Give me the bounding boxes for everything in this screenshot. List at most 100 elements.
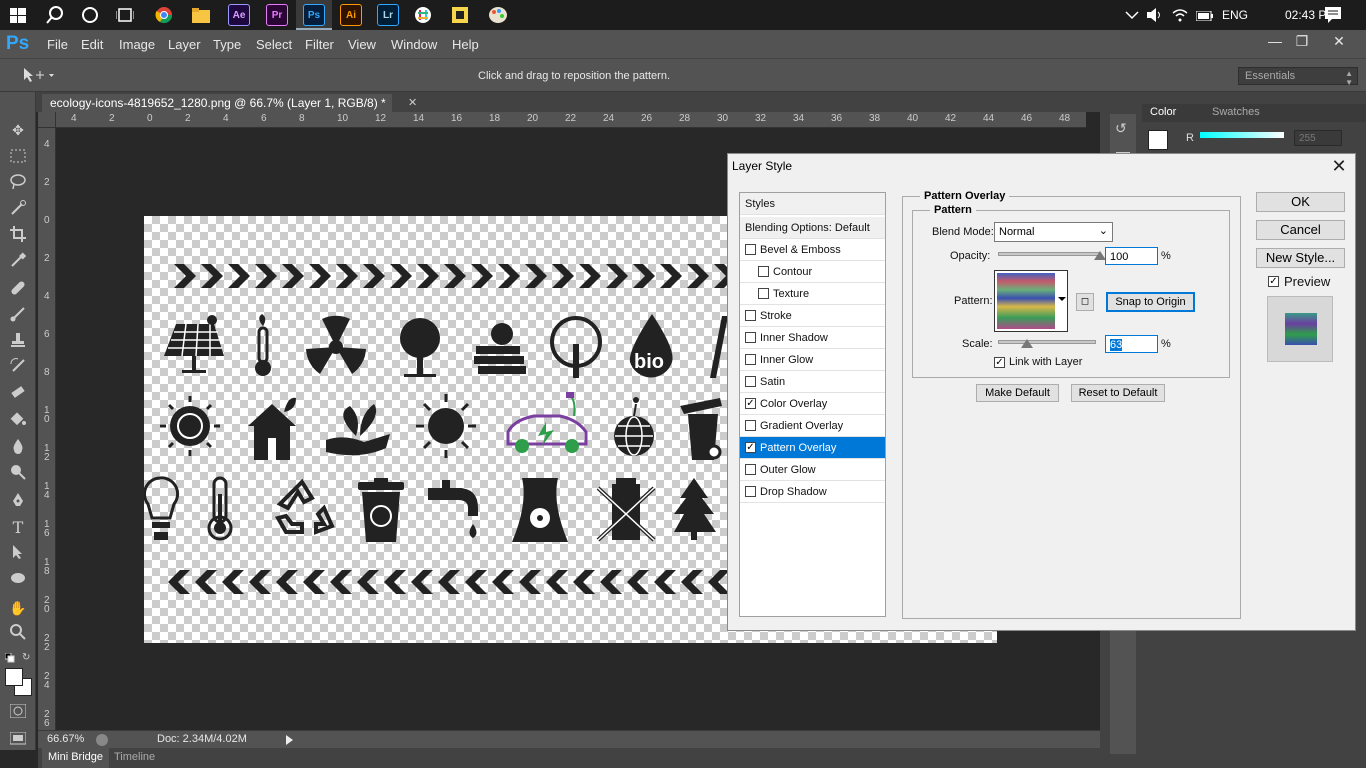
opacity-slider[interactable] bbox=[998, 252, 1100, 256]
style-checkbox[interactable] bbox=[758, 288, 769, 299]
brush-tool-icon[interactable] bbox=[8, 306, 28, 326]
swap-colors-icon[interactable]: ↻ bbox=[22, 652, 30, 663]
style-checkbox[interactable] bbox=[745, 310, 756, 321]
blend-mode-select[interactable]: Normal ⌄ bbox=[994, 222, 1113, 242]
status-menu-arrow-icon[interactable] bbox=[286, 735, 293, 745]
style-checkbox[interactable]: ✓ bbox=[745, 398, 756, 409]
menu-type[interactable]: Type bbox=[213, 37, 241, 52]
style-checkbox[interactable] bbox=[745, 244, 756, 255]
tab-mini-bridge[interactable]: Mini Bridge bbox=[42, 748, 110, 768]
red-slider[interactable] bbox=[1200, 132, 1284, 138]
blending-options-item[interactable]: Blending Options: Default bbox=[740, 217, 885, 239]
paint-icon[interactable] bbox=[488, 6, 508, 27]
style-checkbox[interactable]: ✓ bbox=[745, 442, 756, 453]
screen-mode-icon[interactable] bbox=[9, 731, 27, 749]
paint-bucket-tool-icon[interactable] bbox=[8, 410, 28, 430]
marquee-tool-icon[interactable] bbox=[8, 148, 28, 168]
windows-start-icon[interactable] bbox=[10, 8, 26, 23]
chevron-up-icon[interactable] bbox=[1125, 9, 1139, 23]
snap-to-origin-button[interactable]: Snap to Origin bbox=[1106, 292, 1195, 312]
preview-checkbox[interactable]: ✓ bbox=[1268, 276, 1279, 287]
menu-help[interactable]: Help bbox=[452, 37, 479, 52]
tab-swatches[interactable]: Swatches bbox=[1212, 106, 1260, 118]
photoshop-icon[interactable]: Ps bbox=[303, 4, 325, 26]
zoom-level[interactable]: 66.67% bbox=[47, 733, 84, 745]
ok-button[interactable]: OK bbox=[1256, 192, 1345, 212]
quick-select-tool-icon[interactable] bbox=[8, 200, 28, 220]
task-view-icon[interactable] bbox=[115, 6, 135, 27]
ellipse-tool-icon[interactable] bbox=[8, 570, 28, 590]
volume-icon[interactable] bbox=[1147, 8, 1163, 25]
eyedropper-tool-icon[interactable] bbox=[8, 252, 28, 272]
styles-header[interactable]: Styles bbox=[740, 193, 885, 215]
ruler-origin[interactable] bbox=[38, 112, 56, 128]
menu-edit[interactable]: Edit bbox=[81, 37, 103, 52]
style-item-drop-shadow[interactable]: Drop Shadow bbox=[740, 481, 885, 503]
style-item-contour[interactable]: Contour bbox=[740, 261, 885, 283]
zoom-tool-icon[interactable] bbox=[8, 624, 28, 644]
scale-slider-thumb[interactable] bbox=[1021, 339, 1034, 348]
foreground-color-swatch[interactable] bbox=[5, 668, 23, 686]
restore-button[interactable]: ❐ bbox=[1289, 32, 1315, 50]
style-item-inner-shadow[interactable]: Inner Shadow bbox=[740, 327, 885, 349]
horizontal-ruler[interactable]: 4 2 0 2 4 6 8 10 12 14 16 18 20 22 24 26 28 30 32 34 36 38 40 4… bbox=[56, 112, 1086, 128]
menu-select[interactable]: Select bbox=[256, 37, 292, 52]
pen-tool-icon[interactable] bbox=[8, 492, 28, 512]
reset-to-default-button[interactable]: Reset to Default bbox=[1071, 384, 1165, 402]
style-checkbox[interactable] bbox=[745, 464, 756, 475]
menu-file[interactable]: File bbox=[47, 37, 68, 52]
blur-tool-icon[interactable] bbox=[8, 438, 28, 458]
pattern-dropdown-icon[interactable] bbox=[1058, 297, 1066, 301]
after-effects-icon[interactable]: Ae bbox=[228, 4, 250, 26]
menu-view[interactable]: View bbox=[348, 37, 376, 52]
path-select-tool-icon[interactable] bbox=[8, 544, 28, 564]
style-item-texture[interactable]: Texture bbox=[740, 283, 885, 305]
minimize-button[interactable]: — bbox=[1262, 32, 1288, 50]
cancel-button[interactable]: Cancel bbox=[1256, 220, 1345, 240]
style-checkbox[interactable] bbox=[745, 354, 756, 365]
tab-timeline[interactable]: Timeline bbox=[114, 751, 155, 763]
tab-color[interactable]: Color bbox=[1150, 106, 1176, 118]
crop-tool-icon[interactable] bbox=[8, 226, 28, 246]
quick-mask-icon[interactable] bbox=[9, 703, 27, 721]
scale-input[interactable]: 63 bbox=[1105, 335, 1158, 353]
move-tool-preset-icon[interactable] bbox=[22, 67, 56, 86]
chrome-icon[interactable] bbox=[155, 6, 173, 27]
battery-icon[interactable] bbox=[1195, 10, 1214, 24]
move-tool-icon[interactable]: ✥ bbox=[8, 120, 28, 140]
style-checkbox[interactable] bbox=[758, 266, 769, 277]
style-item-inner-glow[interactable]: Inner Glow bbox=[740, 349, 885, 371]
sticky-notes-icon[interactable] bbox=[452, 7, 468, 26]
opacity-input[interactable]: 100 bbox=[1105, 247, 1158, 265]
foreground-swatch-panel[interactable] bbox=[1148, 130, 1168, 150]
document-tab[interactable]: ecology-icons-4819652_1280.png @ 66.7% (… bbox=[42, 94, 392, 114]
dialog-close-icon[interactable]: ✕ bbox=[1329, 156, 1349, 177]
wifi-icon[interactable] bbox=[1172, 8, 1188, 25]
style-checkbox[interactable] bbox=[745, 332, 756, 343]
type-tool-icon[interactable]: T bbox=[8, 518, 28, 538]
style-checkbox[interactable] bbox=[745, 486, 756, 497]
style-item-color-overlay[interactable]: ✓ Color Overlay bbox=[740, 393, 885, 415]
vertical-ruler[interactable]: 4 2 0 2 4 6 8 1 0 1 2 1 4 1 6 1 8 2 0 2 2 2 4 2 6 bbox=[38, 128, 56, 730]
menu-filter[interactable]: Filter bbox=[305, 37, 334, 52]
clone-stamp-tool-icon[interactable] bbox=[8, 332, 28, 352]
lightroom-icon[interactable]: Lr bbox=[377, 4, 399, 26]
link-with-layer-checkbox[interactable]: ✓ bbox=[994, 357, 1005, 368]
premiere-icon[interactable]: Pr bbox=[266, 4, 288, 26]
style-item-pattern-overlay[interactable]: ✓ Pattern Overlay bbox=[740, 437, 885, 459]
hand-tool-icon[interactable]: ✋ bbox=[8, 598, 28, 618]
style-checkbox[interactable] bbox=[745, 420, 756, 431]
default-colors-icon[interactable] bbox=[4, 652, 15, 666]
style-item-satin[interactable]: Satin bbox=[740, 371, 885, 393]
new-style-button[interactable]: New Style... bbox=[1256, 248, 1345, 268]
illustrator-icon[interactable]: Ai bbox=[340, 4, 362, 26]
pattern-picker[interactable] bbox=[994, 270, 1068, 332]
new-preset-icon[interactable]: ◻ bbox=[1076, 293, 1094, 311]
search-icon[interactable] bbox=[46, 6, 64, 27]
dodge-tool-icon[interactable] bbox=[8, 464, 28, 484]
history-brush-tool-icon[interactable] bbox=[8, 358, 28, 378]
style-item-gradient-overlay[interactable]: Gradient Overlay bbox=[740, 415, 885, 437]
lasso-tool-icon[interactable] bbox=[8, 174, 28, 194]
style-item-outer-glow[interactable]: Outer Glow bbox=[740, 459, 885, 481]
style-item-stroke[interactable]: Stroke bbox=[740, 305, 885, 327]
